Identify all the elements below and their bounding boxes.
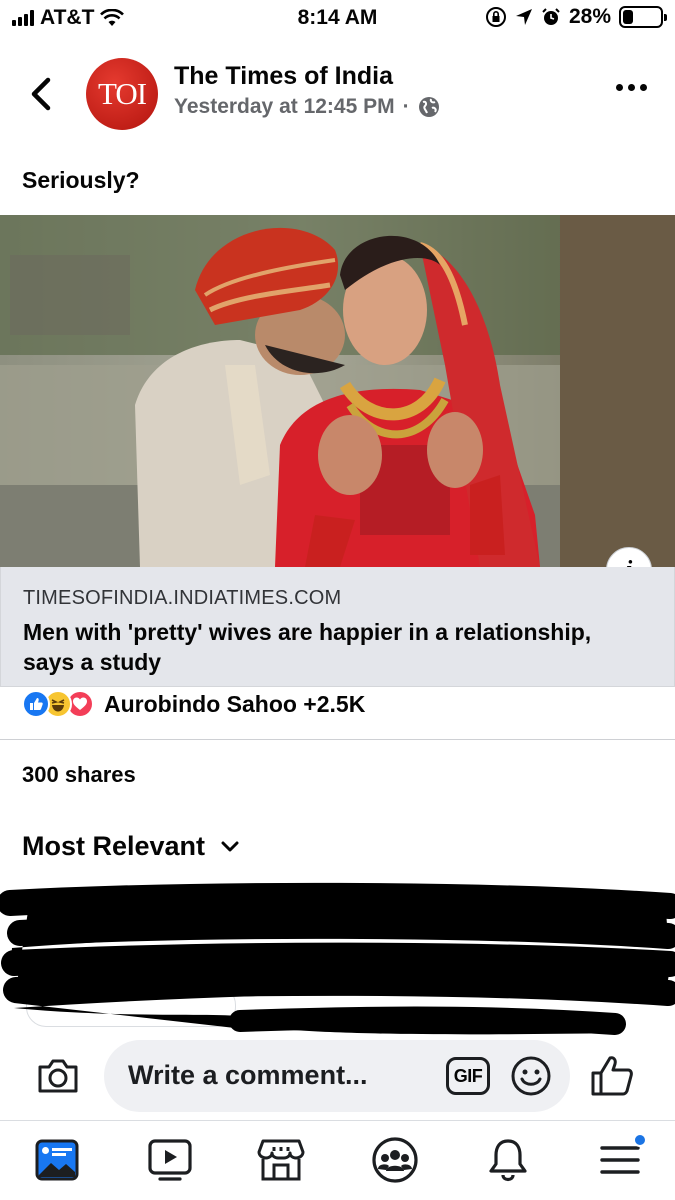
comment-composer: Write a comment... GIF: [0, 1040, 675, 1114]
page-name[interactable]: The Times of India: [174, 62, 393, 91]
divider: [0, 739, 675, 740]
reaction-summary[interactable]: Aurobindo Sahoo +2.5K: [22, 689, 365, 719]
like-reaction-icon: [22, 690, 50, 718]
sort-label: Most Relevant: [22, 831, 206, 861]
comment-placeholder: Write a comment...: [128, 1060, 368, 1090]
chevron-down-icon: [221, 841, 239, 851]
tab-menu[interactable]: [595, 1133, 647, 1185]
redacted-comment-scribble: [0, 882, 675, 1035]
tab-notifications[interactable]: [483, 1135, 533, 1185]
gif-button[interactable]: GIF: [446, 1057, 490, 1095]
comment-sort-dropdown[interactable]: Most Relevant: [22, 831, 239, 862]
marketplace-icon: [257, 1139, 305, 1181]
battery-fill: [623, 10, 634, 24]
meta-separator: ·: [402, 95, 410, 118]
menu-icon: [600, 1146, 640, 1174]
back-arrow-icon[interactable]: [22, 72, 62, 116]
tab-news-feed[interactable]: [32, 1135, 82, 1185]
battery-icon: [619, 6, 667, 28]
alarm-icon: [542, 8, 560, 25]
watch-icon: [148, 1139, 192, 1181]
tab-marketplace[interactable]: [256, 1135, 306, 1185]
tab-groups[interactable]: [370, 1135, 420, 1185]
globe-icon: [418, 97, 439, 117]
news-feed-icon: [35, 1139, 79, 1181]
post-timestamp[interactable]: Yesterday at 12:45 PM: [174, 95, 395, 119]
groups-icon: [372, 1137, 418, 1183]
comment-input[interactable]: Write a comment... GIF: [104, 1040, 570, 1112]
link-domain: TIMESOFINDIA.INDIATIMES.COM: [23, 587, 342, 609]
link-preview-image[interactable]: [0, 215, 675, 567]
reaction-count: Aurobindo Sahoo +2.5K: [104, 690, 366, 717]
emoji-icon[interactable]: [510, 1055, 552, 1097]
page-avatar[interactable]: TOI: [86, 58, 158, 130]
link-preview-card[interactable]: TIMESOFINDIA.INDIATIMES.COM Men with 'pr…: [0, 567, 675, 687]
wedding-couple-photo: [0, 215, 675, 567]
status-bar: AT&T 8:14 AM 28%: [0, 0, 675, 40]
menu-notification-dot: [633, 1133, 647, 1147]
bottom-tab-bar: [0, 1121, 675, 1200]
notifications-icon: [489, 1139, 527, 1182]
post-caption: Seriously?: [22, 167, 140, 193]
rotation-lock-icon: [485, 7, 506, 27]
location-icon: [515, 9, 532, 25]
more-options-icon[interactable]: [616, 84, 647, 91]
share-count[interactable]: 300 shares: [22, 762, 136, 788]
camera-icon[interactable]: [36, 1057, 80, 1095]
like-thumb-icon[interactable]: [589, 1054, 635, 1098]
status-right: 28%: [485, 5, 667, 29]
battery-percent: 28%: [568, 5, 611, 28]
link-title: Men with 'pretty' wives are happier in a…: [23, 619, 592, 675]
post-meta: Yesterday at 12:45 PM ·: [174, 95, 440, 119]
tab-watch[interactable]: [145, 1135, 195, 1185]
avatar-logo-text: TOI: [97, 76, 147, 111]
